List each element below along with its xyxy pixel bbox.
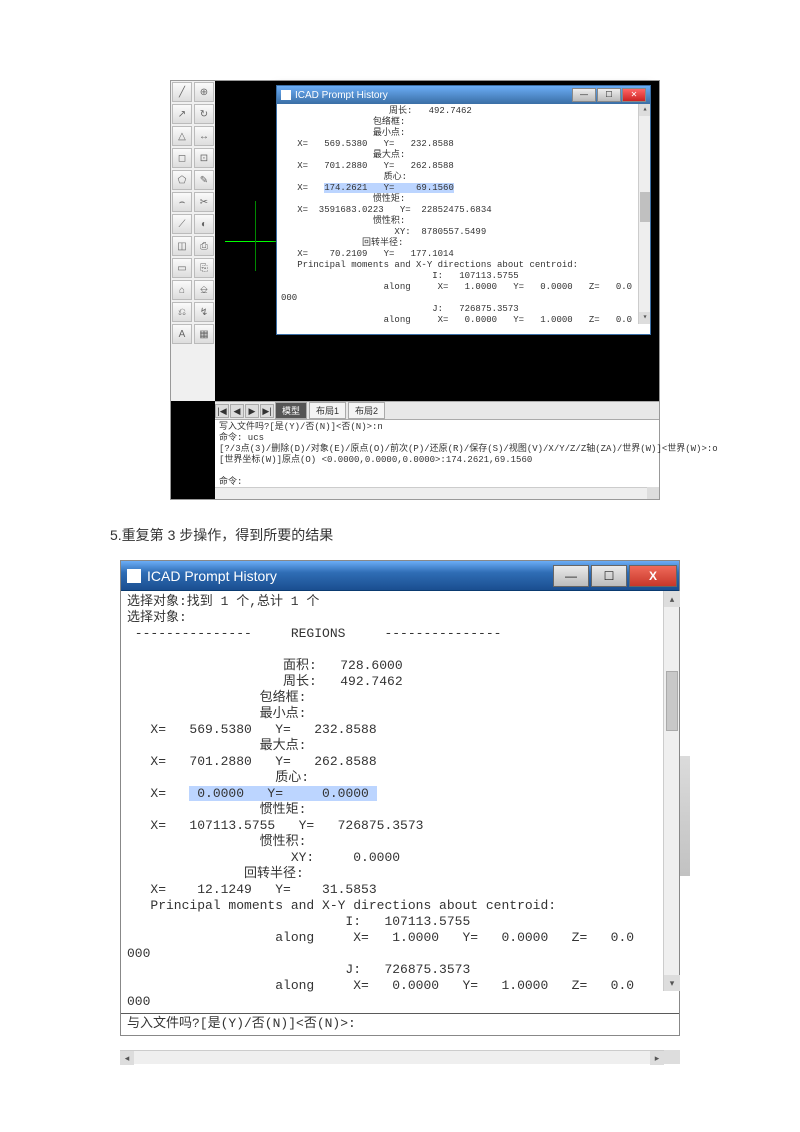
toolbar-icon[interactable]: ╱ <box>172 82 192 102</box>
maximize-button[interactable]: ☐ <box>597 88 621 102</box>
toolbar-col-1: ╱↗△◻⬠⌢⟋◫▭⌂⎌A <box>171 81 193 401</box>
toolbar-icon[interactable]: ⟋ <box>172 214 192 234</box>
scroll-right-button[interactable]: ▸ <box>650 1051 664 1065</box>
tab-layout2[interactable]: 布局2 <box>348 402 385 419</box>
vertical-scrollbar[interactable]: ▴ ▾ <box>663 591 679 991</box>
scroll-thumb[interactable] <box>666 671 678 731</box>
scroll-down-button[interactable]: ▾ <box>664 975 680 991</box>
window-title: ICAD Prompt History <box>295 90 388 101</box>
toolbar-col-2: ⊕↻↔⊡✎✂◐⎙⎘⎒↯▦ <box>193 81 215 401</box>
toolbar-icon[interactable]: ◻ <box>172 148 192 168</box>
toolbar-icon[interactable]: ✂ <box>194 192 214 212</box>
command-input-line[interactable]: 与入文件吗?[是(Y)/否(N)]<否(N)>: <box>121 1013 679 1035</box>
toolbar-icon[interactable]: ↻ <box>194 104 214 124</box>
toolbar-icon[interactable]: ⎘ <box>194 258 214 278</box>
prompt-history-window-1: ICAD Prompt History — ☐ ✕ 周长: 492.7462 包… <box>276 85 651 335</box>
tab-layout1[interactable]: 布局1 <box>309 402 346 419</box>
command-line-area[interactable]: 写入文件吗?[是(Y)/否(N)]<否(N)>:n 命令: ucs [?/3点(… <box>215 419 659 499</box>
tab-nav-prev[interactable]: ◀ <box>230 404 244 418</box>
toolbar-icon[interactable]: ▭ <box>172 258 192 278</box>
toolbar-icon[interactable]: ✎ <box>194 170 214 190</box>
minimize-button[interactable]: — <box>572 88 596 102</box>
app-icon <box>127 569 141 583</box>
toolbar-icon[interactable]: △ <box>172 126 192 146</box>
toolbar-icon[interactable]: ↗ <box>172 104 192 124</box>
background-edge <box>680 756 690 876</box>
tab-model[interactable]: 模型 <box>275 402 307 419</box>
scroll-thumb[interactable] <box>640 192 650 222</box>
prompt-history-body[interactable]: 周长: 492.7462 包络框: 最小点: X= 569.5380 Y= 23… <box>277 104 650 324</box>
toolbar-icon[interactable]: ⌂ <box>172 280 192 300</box>
toolbar-icon[interactable]: ⎙ <box>194 236 214 256</box>
cad-left-toolbar: ╱↗△◻⬠⌢⟋◫▭⌂⎌A ⊕↻↔⊡✎✂◐⎙⎘⎒↯▦ <box>171 81 215 401</box>
app-icon <box>281 90 291 100</box>
toolbar-icon[interactable]: ◐ <box>194 214 214 234</box>
window-titlebar[interactable]: ICAD Prompt History — ☐ X <box>121 561 679 591</box>
toolbar-icon[interactable]: ⊕ <box>194 82 214 102</box>
scroll-down-button[interactable]: ▾ <box>639 312 650 324</box>
horizontal-scrollbar[interactable] <box>215 487 647 499</box>
toolbar-icon[interactable]: ⎒ <box>194 280 214 300</box>
prompt-history-body[interactable]: 选择对象:找到 1 个,总计 1 个 选择对象: ---------------… <box>121 591 679 1013</box>
toolbar-icon[interactable]: ⊡ <box>194 148 214 168</box>
crosshair-vertical <box>255 201 256 271</box>
scroll-corner <box>647 487 659 499</box>
toolbar-icon[interactable]: A <box>172 324 192 344</box>
vertical-scrollbar[interactable]: ▴ ▾ <box>638 104 650 324</box>
toolbar-icon[interactable]: ⌢ <box>172 192 192 212</box>
maximize-button[interactable]: ☐ <box>591 565 627 587</box>
toolbar-icon[interactable]: ▦ <box>194 324 214 344</box>
layout-tabs: |◀ ◀ ▶ ▶| 模型 布局1 布局2 <box>215 401 659 419</box>
scroll-up-button[interactable]: ▴ <box>639 104 650 116</box>
horizontal-scrollbar[interactable]: ◂ ▸ <box>120 1050 664 1064</box>
minimize-button[interactable]: — <box>553 565 589 587</box>
close-button[interactable]: X <box>629 565 677 587</box>
scroll-left-button[interactable]: ◂ <box>120 1051 134 1065</box>
window-titlebar[interactable]: ICAD Prompt History — ☐ ✕ <box>277 86 650 104</box>
toolbar-icon[interactable]: ↯ <box>194 302 214 322</box>
prompt-history-window-2: ICAD Prompt History — ☐ X 选择对象:找到 1 个,总计… <box>120 560 680 1036</box>
tab-nav-last[interactable]: ▶| <box>260 404 274 418</box>
tab-nav-first[interactable]: |◀ <box>215 404 229 418</box>
toolbar-icon[interactable]: ↔ <box>194 126 214 146</box>
scroll-corner <box>664 1050 680 1064</box>
toolbar-icon[interactable]: ◫ <box>172 236 192 256</box>
scroll-up-button[interactable]: ▴ <box>664 591 680 607</box>
tab-nav-next[interactable]: ▶ <box>245 404 259 418</box>
close-button[interactable]: ✕ <box>622 88 646 102</box>
toolbar-icon[interactable]: ⬠ <box>172 170 192 190</box>
toolbar-icon[interactable]: ⎌ <box>172 302 192 322</box>
window-title: ICAD Prompt History <box>147 568 277 584</box>
cad-screenshot-1: ╱↗△◻⬠⌢⟋◫▭⌂⎌A ⊕↻↔⊡✎✂◐⎙⎘⎒↯▦ ICAD Prompt Hi… <box>170 80 660 500</box>
